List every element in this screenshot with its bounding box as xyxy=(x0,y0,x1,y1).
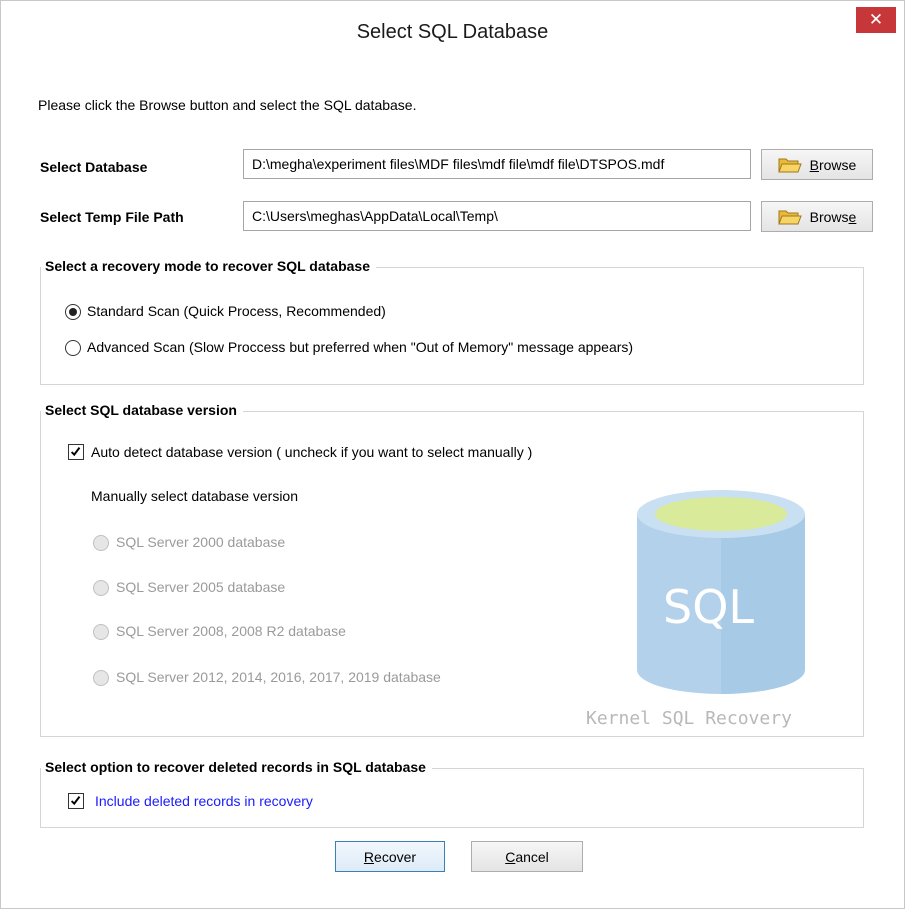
recover-button[interactable]: Recover xyxy=(335,841,445,872)
browse-label-post: rowse xyxy=(818,156,857,173)
recover-underlined: R xyxy=(363,848,375,865)
browse-database-button[interactable]: Browse xyxy=(761,149,873,180)
advanced-scan-label[interactable]: Advanced Scan (Slow Proccess but preferr… xyxy=(87,339,633,355)
cancel-underlined: C xyxy=(505,848,516,865)
select-temp-path-label: Select Temp File Path xyxy=(40,209,184,225)
recovery-mode-legend: Select a recovery mode to recover SQL da… xyxy=(41,258,377,274)
watermark-text: Kernel SQL Recovery xyxy=(586,708,792,729)
deleted-records-group: Select option to recover deleted records… xyxy=(40,759,864,828)
title-bar: Select SQL Database ✕ xyxy=(1,1,904,65)
cancel-button[interactable]: Cancel xyxy=(471,841,583,872)
auto-detect-checkbox[interactable] xyxy=(68,444,84,460)
standard-scan-label[interactable]: Standard Scan (Quick Process, Recommende… xyxy=(87,303,386,319)
checkmark-icon xyxy=(70,447,81,457)
open-folder-icon xyxy=(777,210,802,224)
sql-2012-radio[interactable] xyxy=(93,670,109,686)
select-database-label: Select Database xyxy=(40,159,148,175)
cancel-rest: ancel xyxy=(515,848,549,865)
sql-2008-radio[interactable] xyxy=(93,624,109,640)
sql-2008-label[interactable]: SQL Server 2008, 2008 R2 database xyxy=(116,623,346,639)
sql-2000-radio[interactable] xyxy=(93,535,109,551)
database-version-group: Select SQL database version Auto detect … xyxy=(40,402,864,737)
standard-scan-radio[interactable] xyxy=(65,304,81,320)
close-button[interactable]: ✕ xyxy=(856,7,896,33)
recover-rest: ecover xyxy=(374,848,417,865)
sql-2012-label[interactable]: SQL Server 2012, 2014, 2016, 2017, 2019 … xyxy=(116,669,441,685)
sql-2005-radio[interactable] xyxy=(93,580,109,596)
database-path-field[interactable]: D:\megha\experiment files\MDF files\mdf … xyxy=(243,149,751,179)
database-version-legend: Select SQL database version xyxy=(41,402,243,418)
dialog-title: Select SQL Database xyxy=(356,21,549,43)
browse-label-underlined: B xyxy=(809,156,819,173)
include-deleted-label[interactable]: Include deleted records in recovery xyxy=(95,793,313,809)
open-folder-icon xyxy=(777,158,802,172)
dialog-window: Select SQL Database ✕ Please click the B… xyxy=(0,0,905,909)
sql-2005-label[interactable]: SQL Server 2005 database xyxy=(116,579,285,595)
deleted-records-legend: Select option to recover deleted records… xyxy=(41,759,432,775)
auto-detect-label[interactable]: Auto detect database version ( uncheck i… xyxy=(91,444,532,460)
browse-label-underlined: e xyxy=(848,208,857,225)
checkmark-icon xyxy=(70,796,81,806)
recovery-mode-group: Select a recovery mode to recover SQL da… xyxy=(40,258,864,385)
browse-temp-button[interactable]: Brows e xyxy=(761,201,873,232)
instruction-text: Please click the Browse button and selec… xyxy=(38,97,417,113)
advanced-scan-radio[interactable] xyxy=(65,340,81,356)
close-icon: ✕ xyxy=(868,10,884,29)
temp-path-field[interactable]: C:\Users\meghas\AppData\Local\Temp\ xyxy=(243,201,751,231)
sql-logo-text: SQL xyxy=(663,580,755,634)
sql-2000-label[interactable]: SQL Server 2000 database xyxy=(116,534,285,550)
include-deleted-checkbox[interactable] xyxy=(68,793,84,809)
browse-label-pre: Brows xyxy=(809,208,849,225)
manual-select-label: Manually select database version xyxy=(91,488,299,504)
